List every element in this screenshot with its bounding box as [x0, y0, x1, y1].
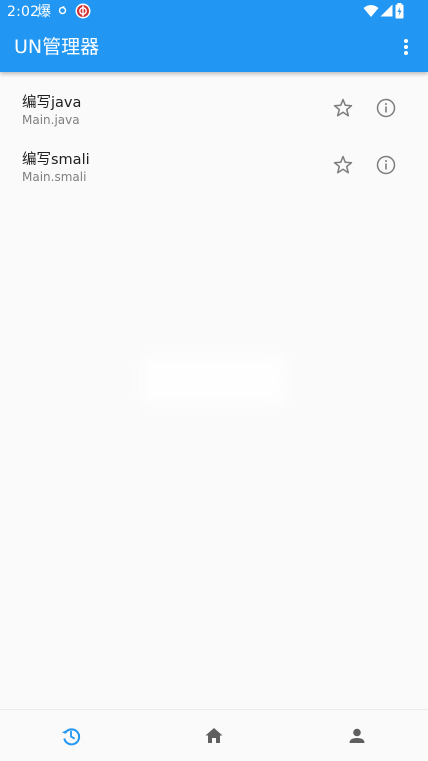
- favorite-button[interactable]: [331, 96, 355, 120]
- star-outline-icon: [333, 155, 353, 174]
- history-icon: [62, 728, 81, 746]
- list-item[interactable]: 编写java Main.java: [0, 80, 428, 137]
- favorite-button[interactable]: [331, 153, 355, 177]
- overflow-dot: [404, 45, 408, 49]
- person-icon: [349, 728, 365, 743]
- notification-glyph: 爆: [37, 4, 51, 20]
- cell-signal-icon: [380, 4, 393, 17]
- status-time: 2:02: [7, 4, 40, 20]
- nav-history-tab[interactable]: [59, 724, 83, 748]
- item-subtitle: Main.java: [22, 113, 80, 127]
- home-icon: [205, 728, 223, 743]
- info-button[interactable]: [374, 96, 398, 120]
- overflow-dot: [404, 39, 408, 43]
- item-title: 编写java: [22, 95, 82, 111]
- info-outline-icon: [376, 155, 396, 175]
- info-button[interactable]: [374, 153, 398, 177]
- toolbar-title: UN管理器: [14, 36, 100, 58]
- star-outline-icon: [333, 98, 353, 117]
- status-bar: 2:02 爆: [0, 0, 428, 24]
- faded-overlay: [141, 356, 285, 404]
- overflow-dot: [404, 51, 408, 55]
- bottom-navigation: [0, 709, 428, 761]
- app-header: 2:02 爆 UN管理器: [0, 0, 428, 72]
- wifi-icon: [363, 5, 379, 17]
- nav-profile-tab[interactable]: [345, 724, 369, 748]
- sync-icon: [58, 6, 67, 15]
- app-notification-icon: [75, 3, 91, 19]
- nav-home-tab[interactable]: [202, 724, 226, 748]
- list-item[interactable]: 编写smali Main.smali: [0, 137, 428, 194]
- info-outline-icon: [376, 98, 396, 118]
- file-list: 编写java Main.java 编写smali Main.smali: [0, 72, 428, 194]
- overflow-menu-button[interactable]: [392, 34, 420, 60]
- item-title: 编写smali: [22, 152, 90, 168]
- battery-charging-icon: [395, 3, 404, 19]
- item-subtitle: Main.smali: [22, 170, 87, 184]
